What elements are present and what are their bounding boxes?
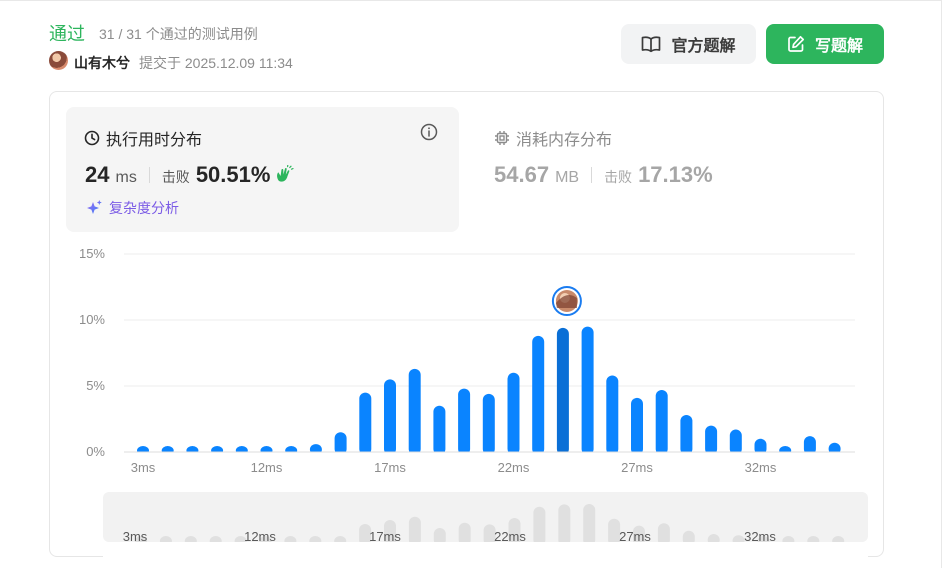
navigator-bottom-mask [103, 542, 868, 568]
x-tick-label: 22ms [498, 460, 530, 475]
navigator-tick-label: 12ms [244, 529, 276, 544]
chart-bar[interactable] [556, 327, 569, 455]
chart-bar[interactable] [359, 392, 372, 455]
x-tick-label: 32ms [745, 460, 777, 475]
navigator-tick-label: 3ms [123, 529, 148, 544]
chart-bar[interactable] [705, 425, 718, 455]
chart-bar[interactable] [482, 393, 495, 455]
y-tick-label: 10% [79, 312, 105, 327]
y-tick-label: 5% [86, 378, 105, 393]
y-tick-label: 0% [86, 444, 105, 459]
chart-bar[interactable] [458, 388, 471, 455]
chart-bar[interactable] [507, 372, 520, 455]
chart-bar[interactable] [384, 379, 396, 455]
chart-bar[interactable] [631, 397, 643, 455]
navigator-tick-label: 32ms [744, 529, 776, 544]
x-tick-label: 17ms [374, 460, 406, 475]
navigator-tick-label: 22ms [494, 529, 526, 544]
navigator-bar [533, 506, 546, 546]
chart-bar[interactable] [680, 415, 693, 455]
navigator-bar [558, 504, 571, 546]
runtime-distribution-chart[interactable]: 0% 5% 10% 15% 3ms 12ms 17ms 22ms 27ms 32ms 3ms 12ms… [0, 0, 942, 568]
navigator-tick-label: 27ms [619, 529, 651, 544]
chart-bar[interactable] [606, 375, 619, 455]
chart-bar[interactable] [655, 389, 668, 455]
chart-bar[interactable] [581, 326, 594, 455]
x-tick-label: 12ms [251, 460, 283, 475]
x-tick-label: 3ms [131, 460, 156, 475]
y-tick-label: 15% [79, 246, 105, 261]
navigator-bar [408, 516, 421, 546]
navigator-bar [583, 504, 596, 546]
navigator-tick-label: 17ms [369, 529, 401, 544]
chart-bar[interactable] [408, 368, 421, 455]
chart-bar[interactable] [433, 405, 446, 455]
x-tick-label: 27ms [621, 460, 653, 475]
baseline-mask [124, 452, 855, 456]
chart-bar[interactable] [729, 429, 742, 455]
chart-bar[interactable] [532, 335, 545, 455]
